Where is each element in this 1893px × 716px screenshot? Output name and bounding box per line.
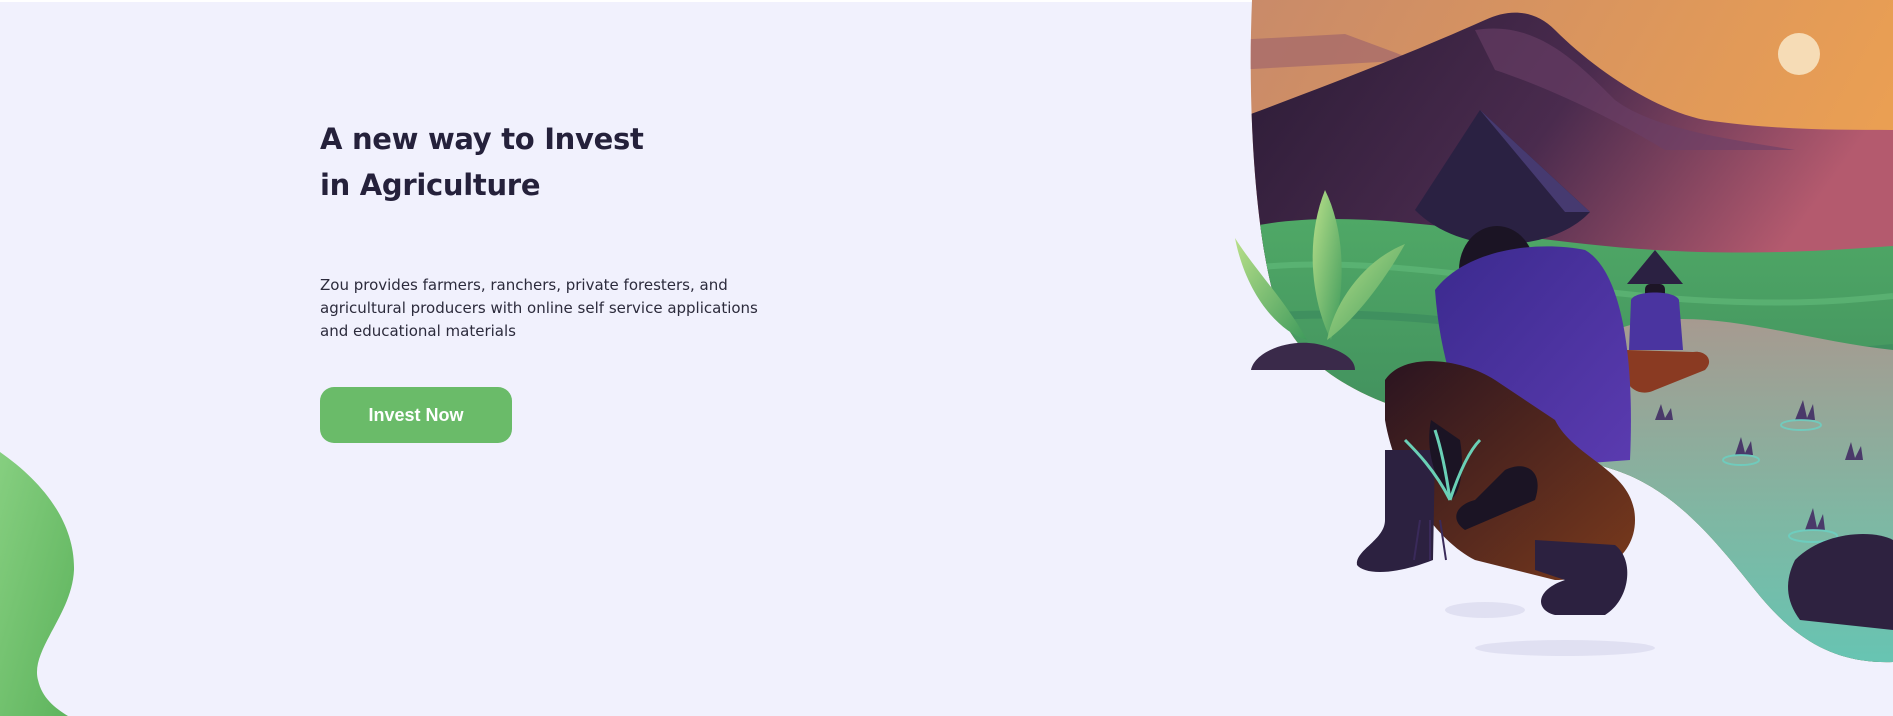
page-title-line-2: in Agriculture (320, 168, 541, 202)
page-title-line-1: A new way to Invest (320, 122, 644, 156)
green-wave-decoration (0, 452, 75, 716)
hero-heading-block: A new way to Invest in Agriculture (320, 116, 800, 208)
page-title: A new way to Invest in Agriculture (320, 116, 800, 208)
invest-now-button[interactable]: Invest Now (320, 387, 512, 443)
hero-description: Zou provides farmers, ranchers, private … (320, 276, 758, 340)
farmers-planting-rice-illustration (1235, 0, 1893, 663)
